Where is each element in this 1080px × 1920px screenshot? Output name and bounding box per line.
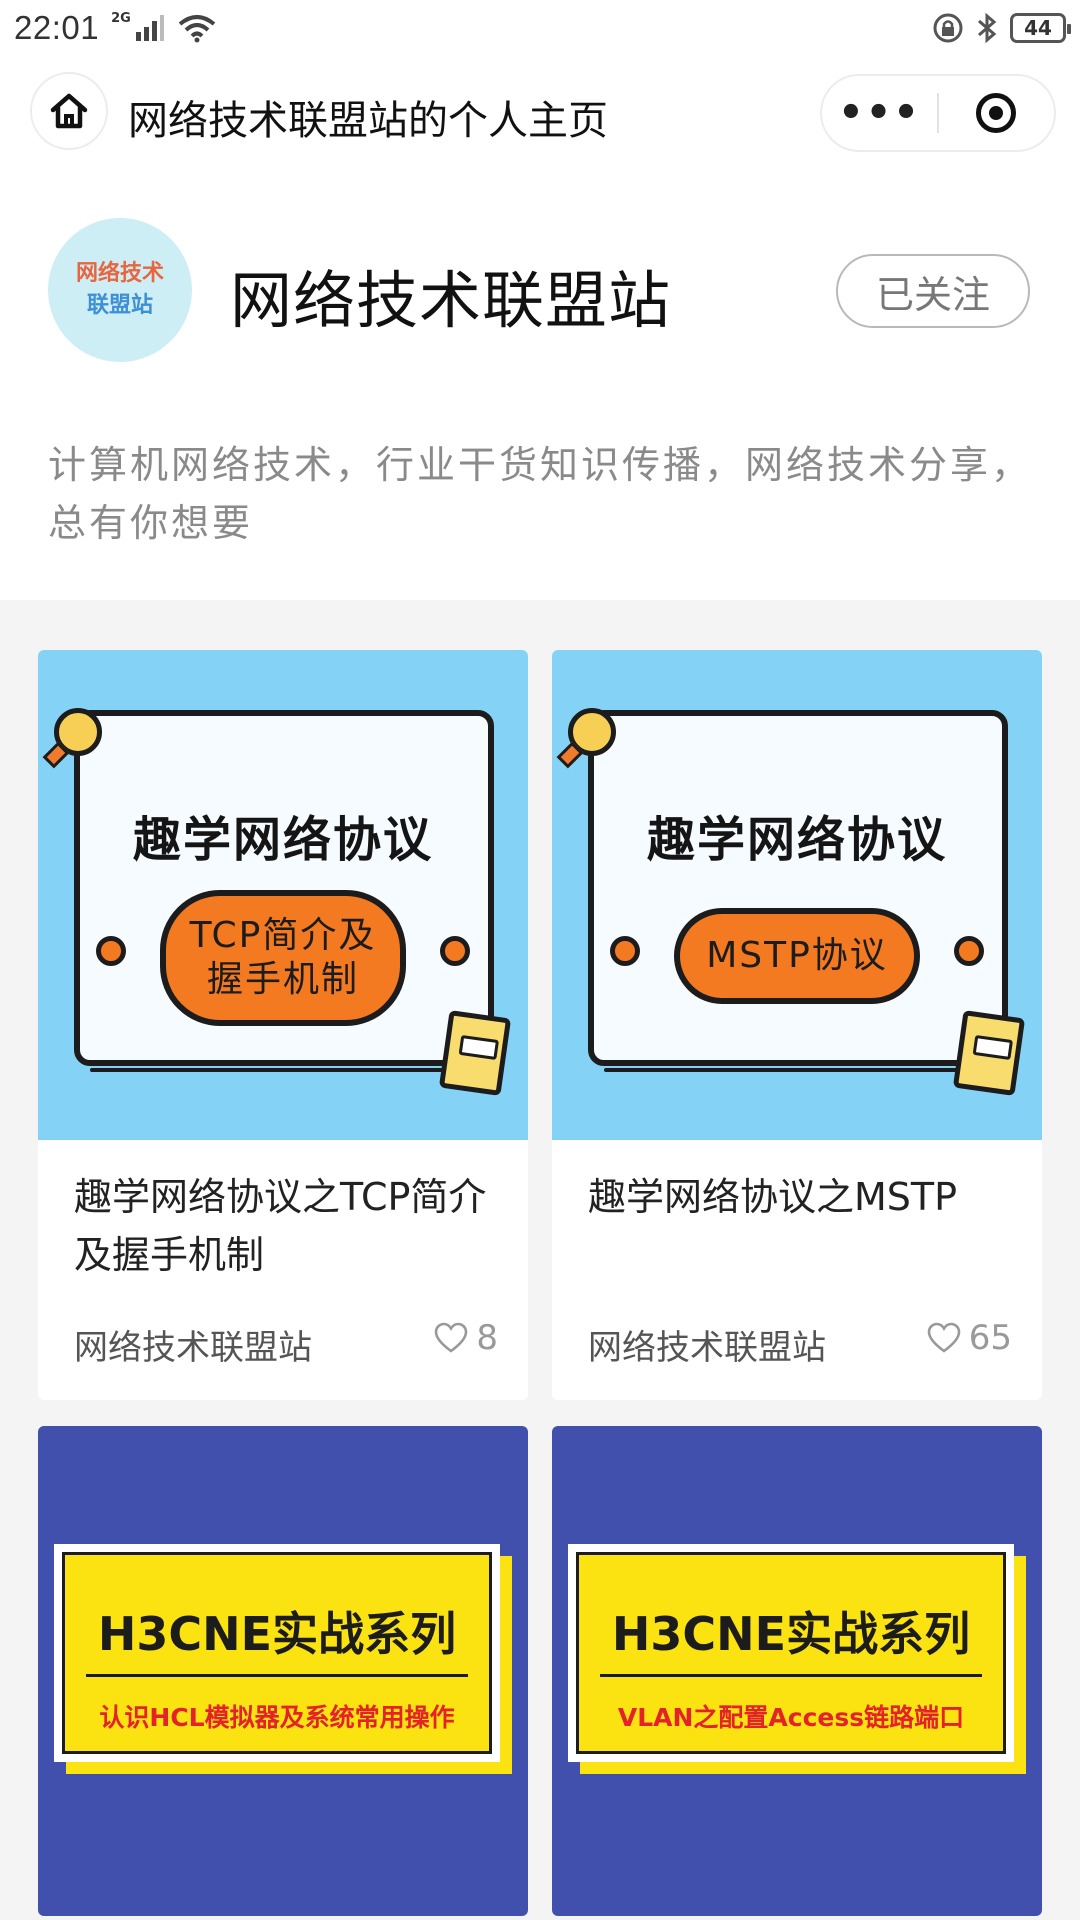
network-type: 2G: [111, 10, 131, 26]
cover-pill-line1: TCP简介及: [189, 915, 377, 956]
decor-dot: [96, 936, 126, 966]
magnifier-icon: [568, 708, 616, 756]
avatar[interactable]: 网络技术 联盟站: [48, 218, 192, 362]
lock-rotation-icon: [933, 13, 963, 43]
cover-pill: MSTP协议: [674, 908, 920, 1004]
more-button[interactable]: •••: [822, 76, 937, 150]
article-title: 趣学网络协议之MSTP: [588, 1175, 958, 1219]
like-count[interactable]: 8: [434, 1318, 498, 1358]
nav-bar: 网络技术联盟站的个人主页 •••: [0, 70, 1080, 154]
avatar-text-line1: 网络技术: [75, 261, 164, 286]
decor-dot: [440, 936, 470, 966]
cover-board-frame: [588, 710, 1014, 1072]
article-title: 趣学网络协议之TCP简介及握手机制: [74, 1175, 487, 1277]
page-title: 网络技术联盟站的个人主页: [128, 98, 608, 144]
battery-level: 44: [1024, 16, 1052, 40]
cover-pill-line2: 握手机制: [206, 959, 359, 1000]
article-card[interactable]: H3CNE实战系列 认识HCL模拟器及系统常用操作: [38, 1426, 528, 1916]
signal-icon: [135, 15, 164, 41]
cover-subtitle: VLAN之配置Access链路端口: [617, 1703, 965, 1732]
cover-title: H3CNE实战系列: [97, 1607, 457, 1661]
article-feed: 趣学网络协议 TCP简介及 握手机制 趣学网络协议之TCP简介及握手机制 网络技…: [0, 600, 1080, 1920]
like-count-value: 8: [476, 1318, 498, 1358]
clipboard-icon: [952, 1010, 1026, 1096]
status-time: 22:01: [14, 9, 100, 46]
cover-divider: [600, 1674, 982, 1677]
cover-title: H3CNE实战系列: [611, 1607, 971, 1661]
cover-subtitle: 认识HCL模拟器及系统常用操作: [99, 1703, 455, 1732]
bluetooth-icon: [978, 12, 997, 44]
article-card[interactable]: H3CNE实战系列 VLAN之配置Access链路端口: [552, 1426, 1042, 1916]
status-bar: 22:01 2G 44: [0, 0, 1080, 56]
decor-dot: [954, 936, 984, 966]
battery-indicator: 44: [1010, 13, 1071, 43]
article-card[interactable]: 趣学网络协议 MSTP协议 趣学网络协议之MSTP 网络技术联盟站 65: [552, 650, 1042, 1400]
home-button[interactable]: [30, 72, 108, 150]
heart-icon: [435, 1322, 468, 1353]
article-author: 网络技术联盟站: [74, 1328, 312, 1368]
like-count[interactable]: 65: [927, 1318, 1012, 1358]
article-info: 趣学网络协议之MSTP 网络技术联盟站 65: [552, 1140, 1042, 1400]
cover-pill: TCP简介及 握手机制: [160, 890, 406, 1026]
cover-divider: [86, 1674, 468, 1677]
article-info: 趣学网络协议之TCP简介及握手机制 网络技术联盟站 8: [38, 1140, 528, 1400]
close-button[interactable]: [939, 76, 1054, 150]
home-icon: [50, 93, 88, 129]
article-cover: H3CNE实战系列 认识HCL模拟器及系统常用操作: [38, 1426, 528, 1916]
magnifier-icon: [54, 708, 102, 756]
more-icon: •••: [838, 90, 921, 136]
article-cover: 趣学网络协议 MSTP协议: [552, 650, 1042, 1140]
mini-program-capsule: •••: [820, 74, 1056, 152]
cover-pill-line1: MSTP协议: [706, 935, 888, 976]
like-count-value: 65: [968, 1318, 1012, 1358]
profile-name: 网络技术联盟站: [230, 264, 672, 337]
heart-icon: [927, 1322, 961, 1353]
article-cover: 趣学网络协议 TCP简介及 握手机制: [38, 650, 528, 1140]
cover-banner: H3CNE实战系列 VLAN之配置Access链路端口: [568, 1544, 1014, 1762]
cover-title: 趣学网络协议: [132, 812, 433, 868]
decor-dot: [610, 936, 640, 966]
clipboard-icon: [438, 1010, 512, 1096]
profile-bio: 计算机网络技术，行业干货知识传播，网络技术分享，总有你想要: [48, 443, 1033, 545]
close-target-icon: [976, 93, 1017, 133]
cover-banner: H3CNE实战系列 认识HCL模拟器及系统常用操作: [54, 1544, 500, 1762]
article-cover: H3CNE实战系列 VLAN之配置Access链路端口: [552, 1426, 1042, 1916]
cover-title: 趣学网络协议: [646, 812, 947, 868]
article-author: 网络技术联盟站: [588, 1328, 826, 1368]
avatar-text-line2: 联盟站: [86, 293, 153, 318]
article-card[interactable]: 趣学网络协议 TCP简介及 握手机制 趣学网络协议之TCP简介及握手机制 网络技…: [38, 650, 528, 1400]
follow-button[interactable]: 已关注: [836, 254, 1030, 328]
wifi-icon: [178, 15, 216, 43]
